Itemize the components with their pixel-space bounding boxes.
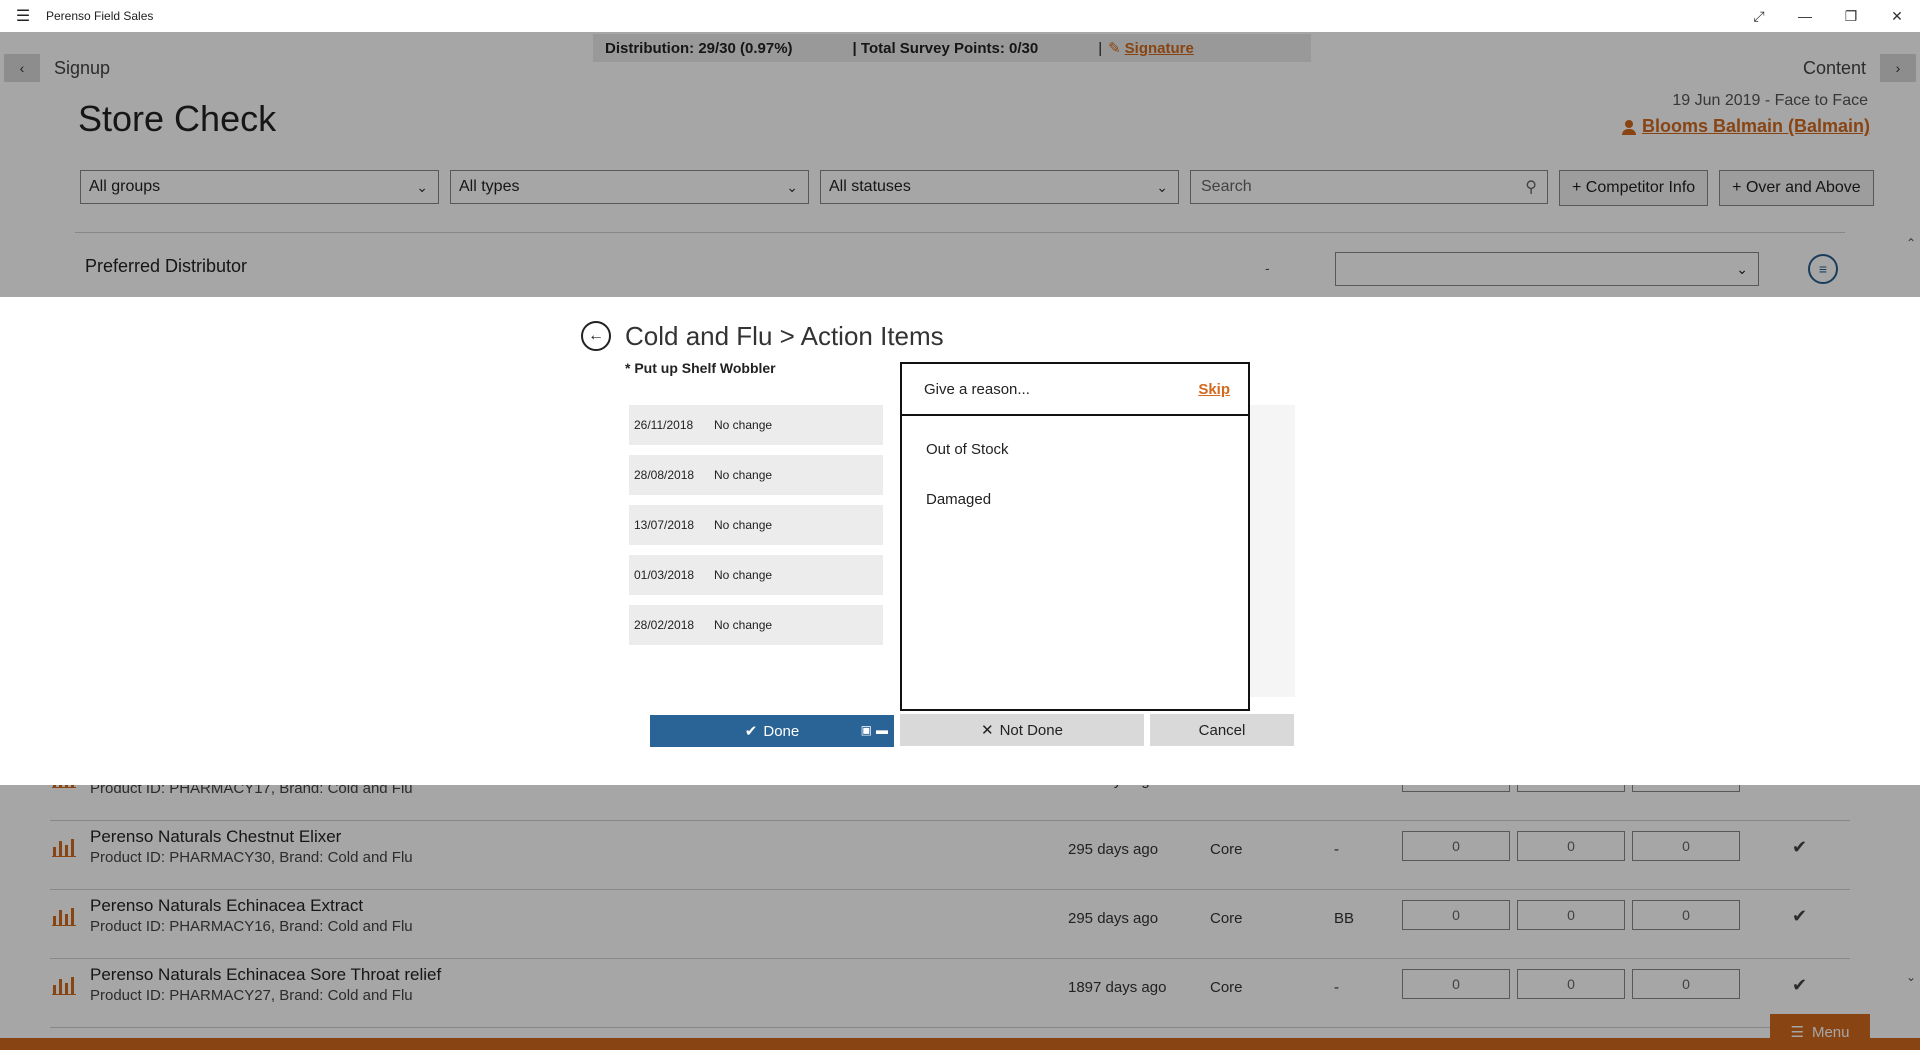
cancel-button[interactable]: Cancel: [1150, 714, 1294, 746]
minimize-icon[interactable]: —: [1782, 0, 1828, 32]
history-date: 28/02/2018: [634, 618, 695, 632]
back-arrow-icon[interactable]: ←: [581, 321, 611, 351]
app-title: Perenso Field Sales: [46, 9, 154, 23]
reason-popup: Give a reason... Skip Out of Stock Damage…: [900, 362, 1250, 711]
title-bar: ☰ Perenso Field Sales ⤢ — ❐ ✕: [0, 0, 1920, 32]
done-button[interactable]: ✔ Done ▣ ▬: [650, 715, 894, 747]
history-status: No change: [714, 518, 773, 532]
history-status: No change: [714, 618, 773, 632]
not-done-button[interactable]: ✕ Not Done: [900, 714, 1144, 746]
restore-icon[interactable]: ❐: [1828, 0, 1874, 32]
close-icon[interactable]: ✕: [1874, 0, 1920, 32]
done-extras: ▣ ▬: [861, 723, 888, 737]
x-icon: ✕: [981, 722, 994, 739]
hamburger-icon[interactable]: ☰: [0, 0, 46, 32]
reason-options: Out of Stock Damaged: [902, 416, 1248, 524]
not-done-label: Not Done: [999, 721, 1063, 739]
reason-prompt: Give a reason...: [924, 380, 1030, 398]
history-status: No change: [714, 468, 773, 482]
history-row: 28/08/2018 No change: [629, 455, 883, 495]
reason-option[interactable]: Out of Stock: [902, 424, 1248, 474]
history-date: 28/08/2018: [634, 468, 695, 482]
window-controls: ⤢ — ❐ ✕: [1736, 0, 1920, 32]
history-date: 26/11/2018: [634, 418, 694, 432]
history-status: No change: [714, 418, 773, 432]
comment-icon[interactable]: ▬: [876, 723, 888, 737]
panel-title: Cold and Flu > Action Items: [625, 321, 944, 351]
history-row: 28/02/2018 No change: [629, 605, 883, 645]
history-date: 01/03/2018: [634, 568, 695, 582]
skip-link[interactable]: Skip: [1198, 381, 1230, 398]
fullscreen-icon[interactable]: ⤢: [1736, 0, 1782, 32]
history-status: No change: [714, 568, 773, 582]
camera-icon[interactable]: ▣: [861, 723, 872, 737]
history-row: 13/07/2018 No change: [629, 505, 883, 545]
history-row: 01/03/2018 No change: [629, 555, 883, 595]
action-item-name: * Put up Shelf Wobbler: [625, 360, 776, 376]
done-label: Done: [763, 722, 800, 740]
reason-popup-header: Give a reason... Skip: [902, 364, 1248, 416]
history-row: 26/11/2018 No change: [629, 405, 883, 445]
reason-option[interactable]: Damaged: [902, 474, 1248, 524]
history-date: 13/07/2018: [634, 518, 695, 532]
check-icon: ✔: [744, 723, 758, 740]
modal-backdrop-top: [0, 32, 1920, 297]
modal-backdrop-bottom: [0, 785, 1920, 1050]
